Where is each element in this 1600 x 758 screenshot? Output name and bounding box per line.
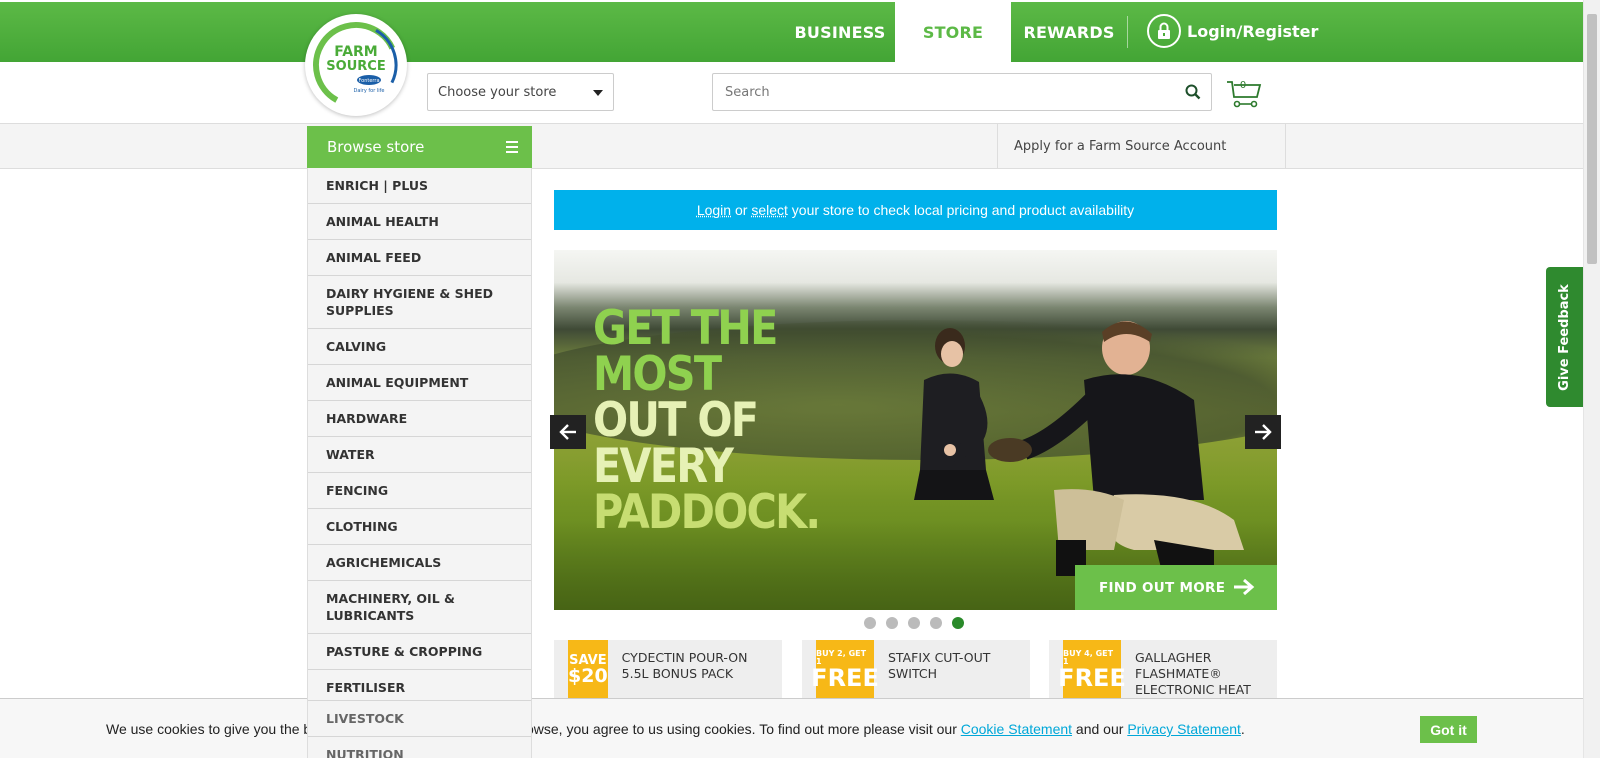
category-list-overflow: LIVESTOCK NUTRITION (307, 700, 532, 758)
cookie-statement-link[interactable]: Cookie Statement (961, 721, 1072, 737)
nav-business[interactable]: BUSINESS (790, 2, 890, 62)
svg-text:Dairy for life: Dairy for life (354, 88, 385, 94)
carousel-next-button[interactable] (1245, 415, 1281, 449)
promo-tile[interactable]: BUY 2, GET 1 FREE STAFIX CUT-OUT SWITCH (802, 640, 1030, 700)
arrow-right-icon (1255, 424, 1272, 440)
svg-text:SOURCE: SOURCE (326, 59, 385, 74)
badge-big-text: $20 (568, 665, 608, 687)
promo-badge: SAVE $20 (568, 640, 608, 700)
category-item[interactable]: CLOTHING (308, 509, 531, 545)
badge-big-text: FREE (811, 664, 879, 692)
farm-source-logo[interactable]: FARM SOURCE Fonterra Dairy for life (305, 14, 407, 116)
promo-tile[interactable]: BUY 4, GET 1 FREE GALLAGHER FLASHMATE® E… (1049, 640, 1277, 700)
cookie-message: We use cookies to give you the best expe… (106, 721, 1245, 737)
find-out-more-label: FIND OUT MORE (1099, 579, 1226, 596)
hero-line-2: OUT OF EVERY (593, 393, 759, 494)
promo-title: CYDECTIN POUR-ON 5.5L BONUS PACK (621, 650, 748, 681)
cart-count: 0 (1239, 80, 1247, 91)
carousel-dot[interactable] (864, 617, 876, 629)
category-item[interactable]: DAIRY HYGIENE & SHED SUPPLIES (308, 276, 531, 329)
category-item[interactable]: MACHINERY, OIL & LUBRICANTS (308, 581, 531, 634)
carousel-prev-button[interactable] (550, 415, 586, 449)
promo-tile[interactable]: SAVE $20 CYDECTIN POUR-ON 5.5L BONUS PAC… (554, 640, 782, 700)
nav-store[interactable]: STORE (895, 2, 1011, 62)
notice-login-link[interactable]: Login (697, 202, 731, 218)
caret-down-icon (593, 90, 603, 96)
cookie-banner: We use cookies to give you the best expe… (0, 698, 1583, 758)
badge-big-text: FREE (1058, 664, 1126, 692)
search-icon[interactable] (1185, 84, 1201, 105)
cookie-text: We use cookies to give you the best expe… (106, 721, 961, 737)
arrow-right-icon (1233, 578, 1255, 600)
arrow-left-icon (559, 424, 576, 440)
secondary-band (0, 123, 1583, 169)
hero-line-1: GET THE MOST (593, 301, 778, 402)
category-list: ENRICH | PLUS ANIMAL HEALTH ANIMAL FEED … (307, 168, 532, 758)
give-feedback-tab[interactable]: Give Feedback (1546, 267, 1583, 407)
cookie-end: . (1240, 721, 1245, 737)
vertical-scrollbar[interactable] (1583, 0, 1600, 758)
category-item[interactable]: LIVESTOCK (308, 700, 531, 737)
carousel-dot[interactable] (908, 617, 920, 629)
search-box (712, 73, 1212, 111)
category-item[interactable]: HARDWARE (308, 401, 531, 437)
notice-select-link[interactable]: select (751, 202, 788, 218)
browse-store-header[interactable]: Browse store (307, 126, 532, 168)
carousel-dot[interactable] (930, 617, 942, 629)
promo-badge: BUY 2, GET 1 FREE (811, 640, 879, 700)
category-item[interactable]: FENCING (308, 473, 531, 509)
got-it-button[interactable]: Got it (1420, 716, 1477, 743)
cart-button[interactable]: 0 (1226, 79, 1262, 109)
search-input[interactable] (713, 74, 1153, 110)
pricing-notice-bar: Login or select your store to check loca… (554, 190, 1277, 230)
browse-store-title: Browse store (327, 138, 425, 156)
notice-or: or (731, 202, 752, 218)
category-item[interactable]: ANIMAL HEALTH (308, 204, 531, 240)
carousel-dots (864, 617, 974, 629)
svg-text:FARM: FARM (334, 44, 378, 60)
store-select-dropdown[interactable]: Choose your store (427, 73, 614, 111)
login-register-label: Login/Register (1187, 21, 1319, 41)
lock-icon (1147, 14, 1181, 48)
category-item[interactable]: NUTRITION (308, 737, 531, 758)
category-item[interactable]: WATER (308, 437, 531, 473)
carousel-dot-active[interactable] (952, 617, 964, 629)
promo-badge: BUY 4, GET 1 FREE (1058, 640, 1126, 700)
apply-account-link[interactable]: Apply for a Farm Source Account (997, 124, 1286, 168)
carousel-dot[interactable] (886, 617, 898, 629)
category-item[interactable]: ENRICH | PLUS (308, 168, 531, 204)
login-register-link[interactable]: Login/Register (1147, 12, 1318, 50)
cookie-and: and our (1072, 721, 1128, 737)
menu-icon (506, 141, 518, 156)
store-select-value: Choose your store (438, 84, 557, 100)
category-item[interactable]: ANIMAL EQUIPMENT (308, 365, 531, 401)
promo-title: STAFIX CUT-OUT SWITCH (888, 650, 991, 681)
hero-headline: GET THE MOST OUT OF EVERY PADDOCK. (593, 301, 857, 540)
category-item[interactable]: ANIMAL FEED (308, 240, 531, 276)
svg-text:Fonterra: Fonterra (358, 78, 379, 84)
privacy-statement-link[interactable]: Privacy Statement (1127, 721, 1241, 737)
promo-title: GALLAGHER FLASHMATE® ELECTRONIC HEAT (1135, 650, 1251, 697)
nav-rewards[interactable]: REWARDS (1021, 2, 1117, 62)
page: BUSINESS STORE REWARDS Login/Register FA… (0, 0, 1600, 758)
category-item[interactable]: CALVING (308, 329, 531, 365)
hero-line-3: PADDOCK. (593, 485, 821, 540)
find-out-more-button[interactable]: FIND OUT MORE (1075, 565, 1277, 610)
nav-divider (1127, 16, 1128, 48)
category-item[interactable]: PASTURE & CROPPING (308, 634, 531, 670)
notice-text: your store to check local pricing and pr… (787, 202, 1135, 218)
category-item[interactable]: AGRICHEMICALS (308, 545, 531, 581)
scrollbar-thumb[interactable] (1587, 14, 1597, 264)
hero-carousel-slide[interactable]: GET THE MOST OUT OF EVERY PADDOCK. (554, 250, 1277, 610)
give-feedback-label: Give Feedback (1557, 283, 1573, 391)
